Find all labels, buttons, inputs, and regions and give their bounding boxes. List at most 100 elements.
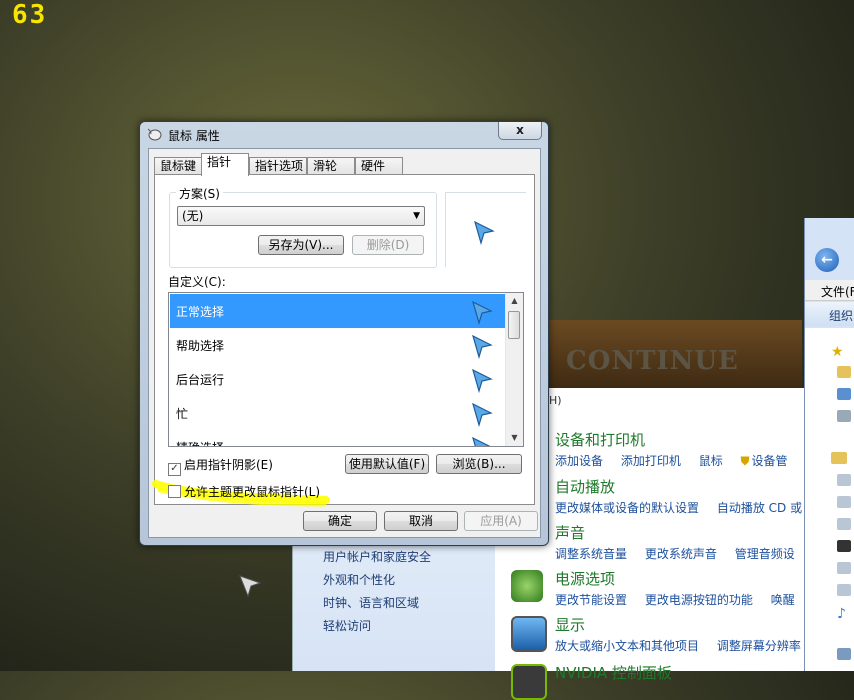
link-change-sounds[interactable]: 更改系统声音 [645, 547, 717, 561]
mouse-icon [146, 127, 162, 144]
list-item[interactable]: 正常选择 [170, 294, 505, 328]
library-item-icon[interactable] [837, 584, 851, 596]
folder-icon[interactable] [837, 366, 851, 378]
link-text-size[interactable]: 放大或缩小文本和其他项目 [555, 639, 699, 653]
category-title[interactable]: NVIDIA 控制面板 [555, 662, 672, 683]
scheme-select[interactable]: (无) ▼ [177, 206, 425, 226]
sidebar-link-clock-region[interactable]: 时钟、语言和区域 [323, 594, 419, 611]
tab-buttons[interactable]: 鼠标键 [154, 157, 202, 175]
apply-button[interactable]: 应用(A) [464, 511, 538, 531]
sidebar-link-ease-of-access[interactable]: 轻松访问 [323, 617, 371, 634]
mouse-pointer-icon [238, 574, 264, 603]
shadow-checkbox-row[interactable]: ✓ 启用指针阴影(E) [168, 456, 273, 476]
tab-pointers[interactable]: 指针 [201, 153, 249, 176]
list-item[interactable]: 精确选择 [170, 430, 505, 446]
category-title[interactable]: 电源选项 [555, 568, 809, 589]
theme-checkbox-row[interactable]: 允许主题更改鼠标指针(L) [168, 483, 320, 500]
sidebar-link-user-accounts[interactable]: 用户帐户和家庭安全 [323, 548, 431, 565]
arrow-pointer-icon [474, 220, 495, 246]
busy-pointer-icon [472, 402, 493, 428]
help-pointer-icon [472, 334, 493, 360]
library-item-icon[interactable] [837, 474, 851, 486]
sidebar-link-appearance[interactable]: 外观和个性化 [323, 571, 395, 588]
category-sound: 声音 调整系统音量 更改系统声音 管理音频设 [555, 522, 809, 562]
list-item[interactable]: 后台运行 [170, 362, 505, 396]
mouse-properties-dialog: 鼠标 属性 x 鼠标键 指针 指针选项 滑轮 硬件 方案(S) (无) ▼ 另存… [139, 121, 549, 546]
explorer-toolbar: 组织 [805, 302, 854, 326]
list-item-label: 忙 [176, 407, 189, 421]
scroll-thumb[interactable] [508, 311, 520, 339]
music-icon[interactable]: ♪ [837, 606, 851, 622]
explorer-nav-pane: ★ ♪ [805, 328, 854, 671]
tab-pointer-options[interactable]: 指针选项 [249, 157, 307, 175]
pointers-tab-panel: 方案(S) (无) ▼ 另存为(V)... 删除(D) 自定义(C): 正常选择 [154, 174, 535, 505]
link-power-saving[interactable]: 更改节能设置 [555, 593, 627, 607]
delete-button[interactable]: 删除(D) [352, 235, 424, 255]
recent-icon[interactable] [837, 410, 851, 422]
library-item-icon[interactable] [837, 518, 851, 530]
pointer-preview [445, 192, 526, 267]
tab-wheel[interactable]: 滑轮 [307, 157, 355, 175]
desktop-icon[interactable] [837, 388, 851, 400]
category-title[interactable]: 自动播放 [555, 476, 816, 497]
nvidia-icon [511, 664, 547, 700]
link-mouse[interactable]: 鼠标 [699, 454, 723, 468]
pointer-list[interactable]: 正常选择 帮助选择 后台运行 忙 精确选择 [168, 292, 524, 447]
back-arrow-icon[interactable]: ← [815, 248, 839, 272]
category-title[interactable]: 设备和打印机 [555, 429, 802, 450]
link-device-manager[interactable]: 设备管 [752, 454, 788, 468]
theme-checkbox-label: 允许主题更改鼠标指针(L) [184, 485, 321, 499]
list-scrollbar[interactable]: ▲ ▼ [505, 293, 523, 446]
cancel-button[interactable]: 取消 [384, 511, 458, 531]
save-as-button[interactable]: 另存为(V)... [258, 235, 344, 255]
use-default-button[interactable]: 使用默认值(F) [345, 454, 429, 474]
link-add-device[interactable]: 添加设备 [555, 454, 603, 468]
precision-pointer-icon [472, 436, 491, 446]
tab-hardware[interactable]: 硬件 [355, 157, 403, 175]
chevron-down-icon: ▼ [413, 211, 420, 221]
shadow-checkbox[interactable]: ✓ [168, 463, 181, 476]
menu-file[interactable]: 文件(F [821, 283, 854, 300]
link-default-media[interactable]: 更改媒体或设备的默认设置 [555, 501, 699, 515]
category-title[interactable]: 声音 [555, 522, 809, 543]
library-item-icon[interactable] [837, 496, 851, 508]
link-resolution[interactable]: 调整屏幕分辨率 [717, 639, 801, 653]
list-item[interactable]: 忙 [170, 396, 505, 430]
dialog-title: 鼠标 属性 [168, 129, 220, 143]
working-pointer-icon [472, 368, 493, 394]
wallpaper-text: CONTINUE [566, 346, 739, 376]
link-audio-devices[interactable]: 管理音频设 [735, 547, 795, 561]
arrow-pointer-icon [472, 300, 493, 326]
link-autoplay-cd[interactable]: 自动播放 CD 或 [717, 501, 802, 515]
display-icon [511, 616, 547, 652]
list-item-label: 帮助选择 [176, 339, 225, 353]
close-button[interactable]: x [498, 122, 542, 140]
category-title[interactable]: 显示 [555, 614, 815, 635]
scheme-label: 方案(S) [176, 185, 223, 202]
list-item[interactable]: 帮助选择 [170, 328, 505, 362]
category-display: 显示 放大或缩小文本和其他项目 调整屏幕分辨率 [511, 614, 815, 654]
power-options-icon [511, 570, 543, 602]
scheme-group: 方案(S) (无) ▼ 另存为(V)... 删除(D) [169, 185, 437, 268]
explorer-menu-bar: 文件(F [805, 280, 854, 301]
library-folder-icon[interactable] [831, 452, 847, 464]
link-add-printer[interactable]: 添加打印机 [621, 454, 681, 468]
link-adjust-volume[interactable]: 调整系统音量 [555, 547, 627, 561]
list-item-label: 正常选择 [176, 305, 225, 319]
link-power-button[interactable]: 更改电源按钮的功能 [645, 593, 753, 607]
theme-checkbox[interactable] [168, 485, 181, 498]
computer-icon[interactable] [837, 648, 851, 660]
browse-button[interactable]: 浏览(B)... [436, 454, 522, 474]
link-wake[interactable]: 唤醒 [771, 593, 795, 607]
scroll-down-icon[interactable]: ▼ [506, 430, 523, 446]
category-nvidia: NVIDIA 控制面板 [511, 662, 672, 700]
scroll-up-icon[interactable]: ▲ [506, 293, 523, 309]
category-autoplay: 自动播放 更改媒体或设备的默认设置 自动播放 CD 或 [555, 476, 816, 516]
shadow-checkbox-label: 启用指针阴影(E) [184, 458, 273, 472]
favorites-star-icon[interactable]: ★ [831, 344, 844, 360]
library-item-icon[interactable] [837, 562, 851, 574]
list-item-label: 精确选择 [176, 439, 224, 446]
video-icon[interactable] [837, 540, 851, 552]
ok-button[interactable]: 确定 [303, 511, 377, 531]
organize-button[interactable]: 组织 [829, 307, 853, 324]
